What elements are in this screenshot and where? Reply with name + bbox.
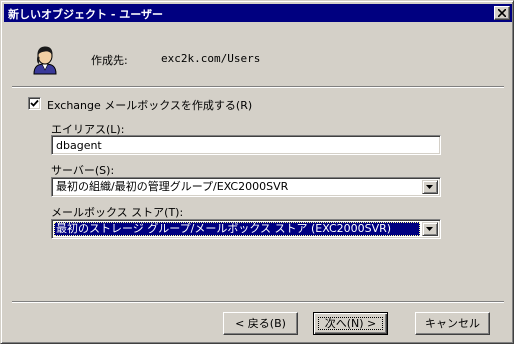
server-label: サーバー(S): [51,164,115,177]
server-dropdown-button[interactable] [422,180,438,194]
separator-top [12,86,504,88]
window-title: 新しいオブジェクト - ユーザー [8,8,164,21]
chevron-down-icon [426,185,433,189]
create-mailbox-checkbox[interactable] [28,97,41,110]
cancel-button[interactable]: キャンセル [415,312,490,335]
create-in-path: exc2k.com/Users [161,52,261,65]
chevron-down-icon [426,227,433,231]
alias-input[interactable]: dbagent [51,135,441,155]
close-icon [498,9,506,17]
separator-bottom [12,301,504,303]
create-in-label: 作成先: [91,54,128,67]
store-label: メールボックス ストア(T): [51,206,184,219]
store-dropdown-button[interactable] [422,222,438,236]
dialog-window: 新しいオブジェクト - ユーザー 作成先: exc2k.com/Users Ex… [0,0,514,344]
focus-rectangle [318,317,383,330]
next-button[interactable]: 次へ(N) > [313,312,388,335]
create-mailbox-label[interactable]: Exchange メールボックスを作成する(R) [47,97,252,113]
server-select-value: 最初の組織/最初の管理グループ/EXC2000SVR [56,180,289,193]
close-button[interactable] [494,6,510,20]
store-select[interactable]: 最初のストレージ グループ/メールボックス ストア (EXC2000SVR) [51,219,441,239]
checkmark-icon [30,99,39,107]
user-icon [33,46,57,75]
back-button[interactable]: < 戻る(B) [223,312,298,335]
server-select[interactable]: 最初の組織/最初の管理グループ/EXC2000SVR [51,177,441,197]
title-bar[interactable]: 新しいオブジェクト - ユーザー [4,4,512,22]
store-select-value: 最初のストレージ グループ/メールボックス ストア (EXC2000SVR) [54,222,420,236]
